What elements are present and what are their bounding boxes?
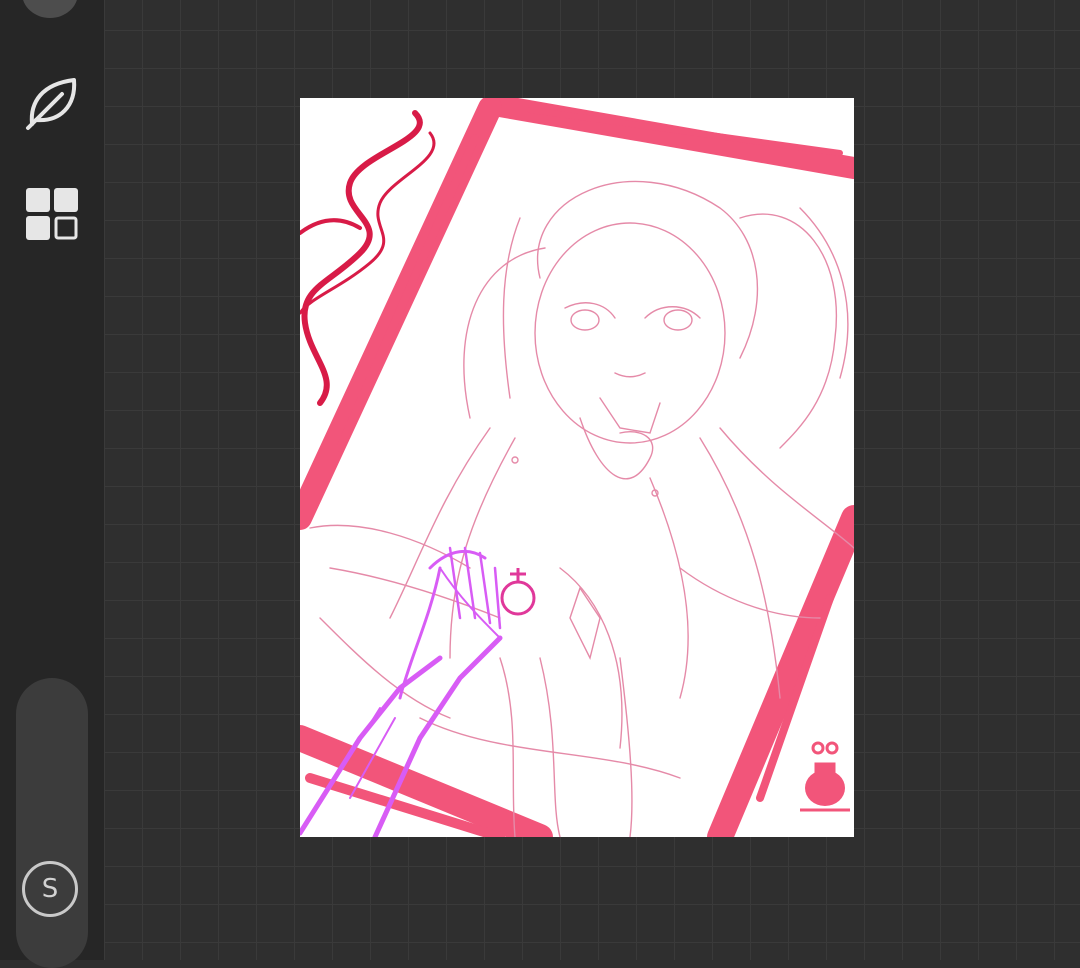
pink-frame — [300, 98, 854, 837]
leaf-tool-button[interactable] — [22, 72, 82, 132]
brush-opacity-knob[interactable] — [22, 0, 78, 18]
drawing-canvas[interactable] — [300, 98, 854, 837]
layers-tool-button[interactable] — [22, 184, 82, 244]
corner-bottle-icon — [800, 741, 850, 812]
brush-size-thumb[interactable]: S — [19, 858, 85, 924]
tool-sidebar: S — [0, 0, 104, 968]
sketch-artwork — [300, 98, 854, 837]
leaf-icon — [22, 72, 82, 132]
pendant — [500, 568, 536, 616]
brush-size-slider[interactable]: S — [16, 678, 88, 968]
grid-layout-icon — [22, 184, 82, 244]
s-icon: S — [41, 874, 59, 904]
purple-hand — [300, 546, 503, 837]
